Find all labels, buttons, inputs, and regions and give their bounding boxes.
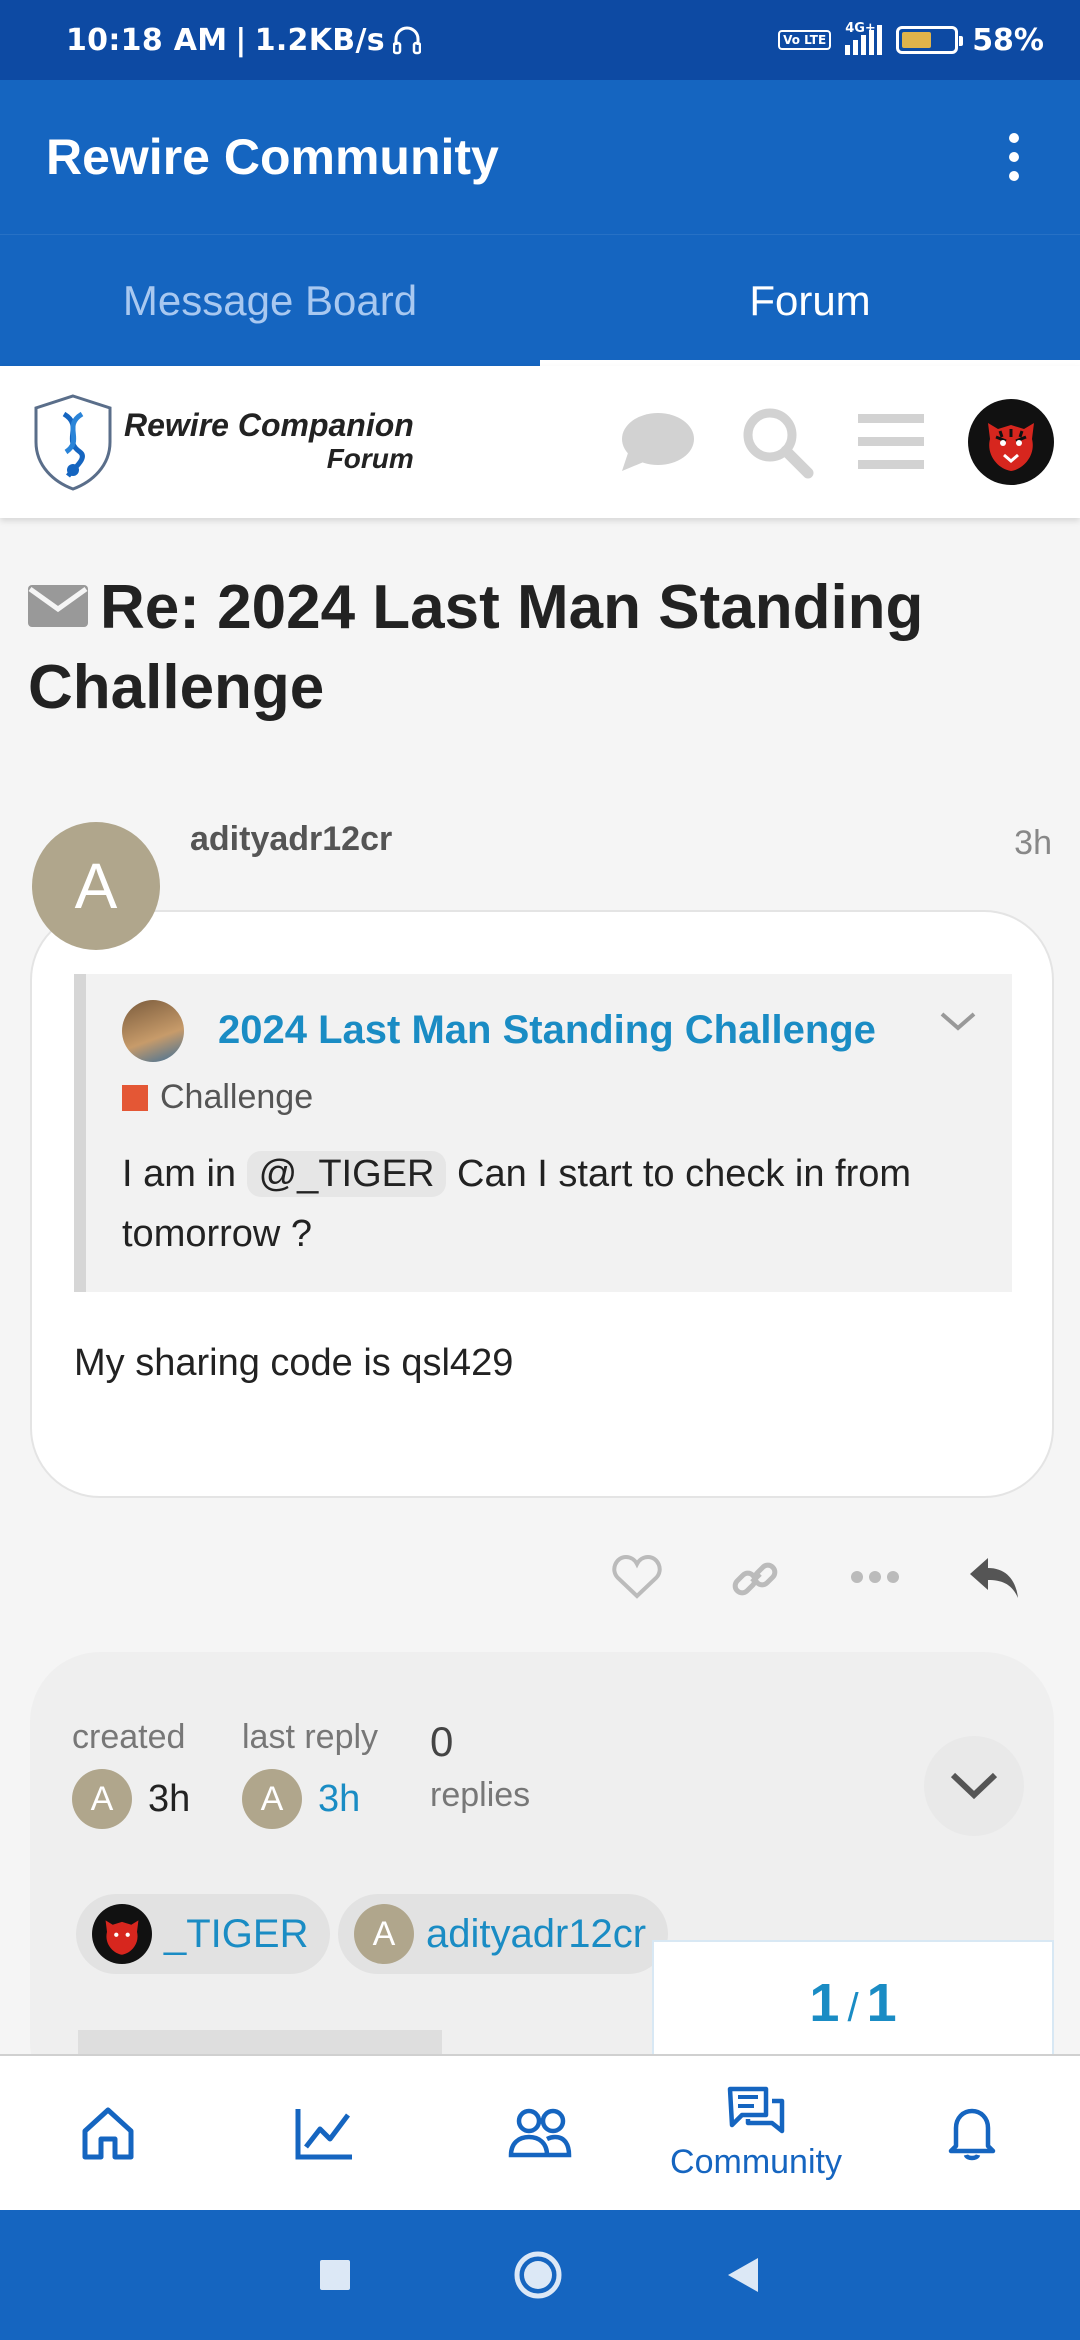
home-button-icon[interactable]	[512, 2249, 564, 2301]
quote-author-avatar	[122, 1000, 184, 1062]
dna-shield-icon	[34, 394, 112, 491]
hamburger-menu-icon[interactable]	[858, 412, 924, 472]
participant-chip-tiger[interactable]: _TIGER	[76, 1894, 331, 1974]
category-label: Challenge	[160, 1078, 314, 1116]
chevron-down-icon	[950, 1772, 998, 1800]
more-icon[interactable]	[850, 1570, 900, 1584]
topic-map-created[interactable]: created A 3h	[72, 1718, 190, 1829]
volte-badge: Vo LTE	[778, 30, 832, 50]
last-reply-avatar: A	[242, 1769, 302, 1829]
search-icon[interactable]	[740, 405, 814, 479]
quote-topic-link[interactable]: 2024 Last Man Standing Challenge	[218, 1008, 876, 1053]
nav-community-label: Community	[670, 2142, 842, 2181]
chart-icon	[295, 2109, 352, 2160]
nav-progress[interactable]	[216, 2056, 432, 2210]
battery-icon	[896, 26, 964, 54]
logo-line1: Rewire Companion	[124, 407, 414, 443]
topic-prefix: Re:	[100, 573, 200, 642]
created-avatar: A	[72, 1769, 132, 1829]
chevron-down-icon[interactable]	[938, 1010, 978, 1034]
progress-current: 1	[809, 1973, 840, 2033]
progress-total: 1	[866, 1973, 897, 2033]
created-time: 3h	[148, 1777, 191, 1820]
tab-forum[interactable]: Forum	[540, 235, 1080, 366]
post-author-avatar[interactable]: A	[32, 822, 160, 950]
participant-name: _TIGER	[164, 1911, 309, 1956]
quote-text: I am in @_TIGER Can I start to check in …	[122, 1151, 912, 1255]
post-username[interactable]: adityadr12cr	[190, 820, 392, 859]
network-type: 4G+	[845, 21, 876, 36]
participant-avatar: A	[354, 1904, 414, 1964]
more-vert-icon[interactable]	[994, 127, 1034, 187]
envelope-icon	[28, 584, 88, 627]
chat-icon[interactable]	[620, 409, 696, 475]
topic-title: Re: 2024 Last Man Standing Challenge	[28, 568, 1048, 728]
quote-block: 2024 Last Man Standing Challenge Challen…	[74, 974, 1012, 1292]
nav-notifications[interactable]	[864, 2056, 1080, 2210]
system-navigation-bar	[0, 2210, 1080, 2340]
post-progress-indicator[interactable]: 1/1	[652, 1940, 1054, 2054]
logo-line2: Forum	[326, 443, 414, 474]
replies-label: replies	[430, 1776, 531, 1814]
nav-home[interactable]	[0, 2056, 216, 2210]
like-icon[interactable]	[612, 1554, 662, 1600]
tab-bar: Message Board Forum	[0, 234, 1080, 366]
topic-map-replies: 0 replies	[430, 1718, 530, 1815]
post-body-text: My sharing code is qsl429	[74, 1342, 514, 1384]
nav-community[interactable]: Community	[648, 2056, 864, 2210]
community-icon	[727, 2086, 785, 2133]
recent-apps-icon[interactable]	[318, 2258, 352, 2292]
headphones-icon	[392, 26, 421, 55]
status-speed: 1.2KB/s	[254, 22, 385, 58]
link-icon[interactable]	[730, 1554, 780, 1604]
mention-tiger[interactable]: @_TIGER	[246, 1151, 447, 1197]
forum-header: Rewire Companion Forum	[0, 366, 1080, 518]
bell-icon	[948, 2108, 996, 2161]
tab-message-board[interactable]: Message Board	[0, 235, 540, 366]
topic-content: Re: 2024 Last Man Standing Challenge A a…	[0, 518, 1080, 2054]
forum-logo[interactable]: Rewire Companion Forum	[28, 392, 414, 492]
participant-name: adityadr12cr	[426, 1911, 647, 1956]
topic-map-placeholder	[78, 2030, 442, 2054]
signal-icon: 4G+	[845, 21, 883, 55]
people-icon	[508, 2108, 572, 2158]
home-icon	[82, 2107, 134, 2160]
app-title: Rewire Community	[46, 129, 499, 185]
post-actions	[0, 1542, 1080, 1622]
status-bar: 10:18 AM | 1.2KB/s Vo LTE 4G+ 58%	[0, 0, 1080, 80]
tiger-icon	[92, 1904, 152, 1964]
replies-count: 0	[430, 1718, 454, 1765]
participant-chip-adityadr12cr[interactable]: A adityadr12cr	[338, 1894, 669, 1974]
last-reply-time: 3h	[318, 1777, 361, 1820]
post-card: 2024 Last Man Standing Challenge Challen…	[30, 910, 1054, 1498]
tiger-icon	[988, 423, 1034, 471]
reply-icon[interactable]	[968, 1554, 1020, 1600]
bottom-navigation: Community	[0, 2054, 1080, 2210]
status-time: 10:18 AM	[66, 22, 228, 58]
user-avatar-tiger[interactable]	[968, 399, 1054, 485]
category-color-swatch	[122, 1084, 148, 1111]
nav-people[interactable]	[432, 2056, 648, 2210]
quote-category[interactable]: Challenge	[122, 1078, 313, 1117]
topic-map-last-reply[interactable]: last reply A 3h	[242, 1718, 378, 1829]
battery-percent: 58%	[972, 22, 1044, 58]
post-time[interactable]: 3h	[1014, 824, 1052, 863]
topic-map-expand-button[interactable]	[924, 1736, 1024, 1836]
back-icon[interactable]	[724, 2256, 762, 2294]
app-bar: Rewire Community	[0, 80, 1080, 234]
